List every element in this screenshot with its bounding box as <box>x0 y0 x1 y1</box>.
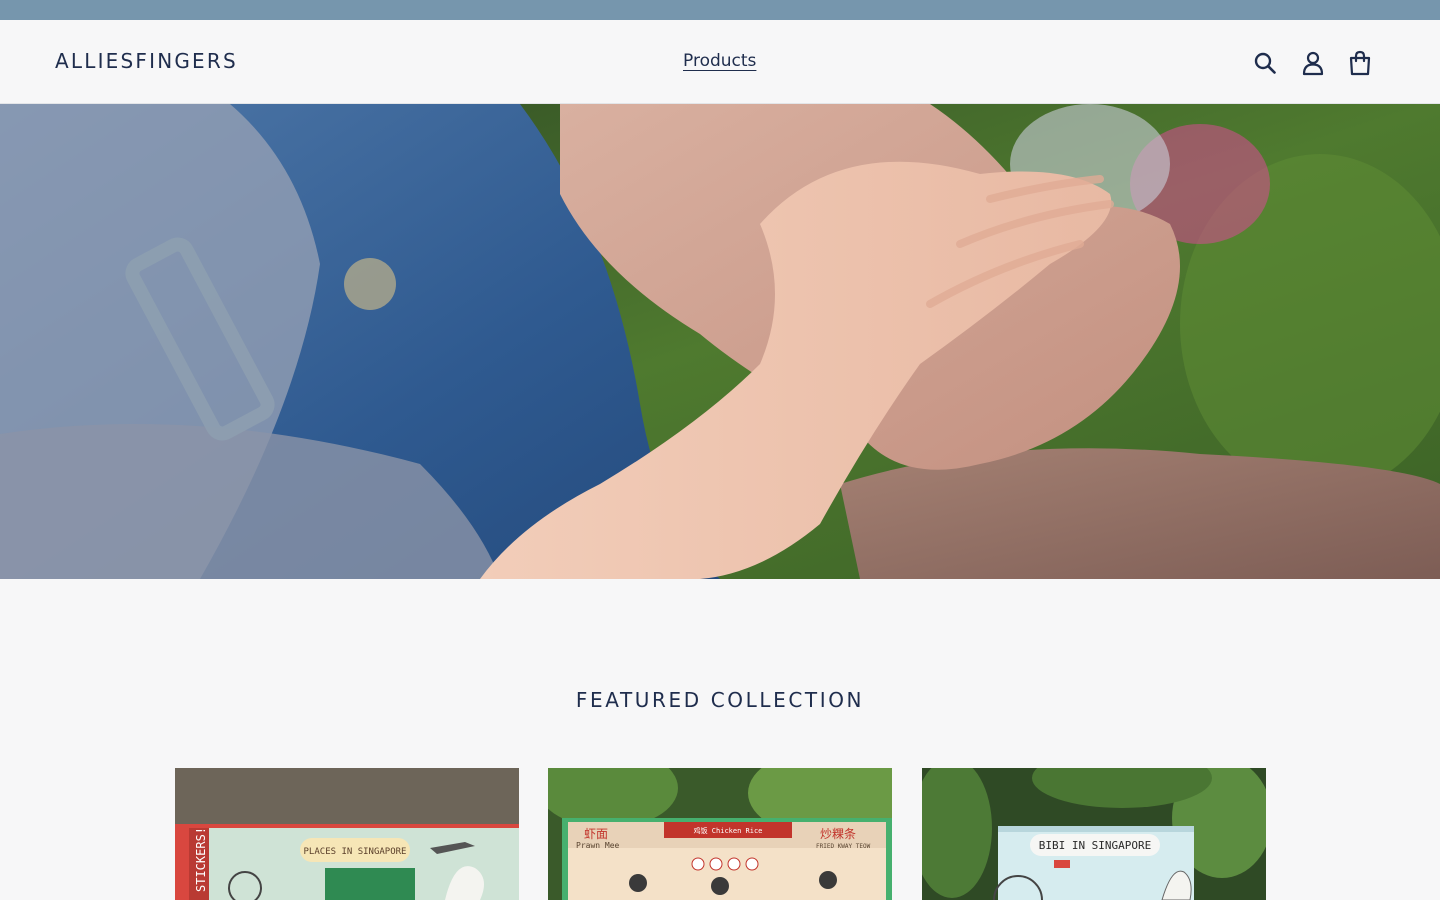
product-card-1[interactable]: STICKERS! PLACES IN SINGAPORE <box>175 768 519 900</box>
announcement-bar <box>0 0 1440 20</box>
product-card-3[interactable]: BIBI IN SINGAPORE <box>922 768 1266 900</box>
product-2-label-1: 虾面 <box>584 827 608 841</box>
product-image-3: BIBI IN SINGAPORE <box>922 768 1266 900</box>
product-3-title: BIBI IN SINGAPORE <box>1039 839 1152 852</box>
search-icon[interactable] <box>1252 50 1278 76</box>
product-image-2: 虾面 Prawn Mee 鸡饭 Chicken Rice 炒粿条 FRIED K… <box>548 768 892 900</box>
nav-link-products[interactable]: Products <box>683 51 756 71</box>
store-logo[interactable]: ALLIESFINGERS <box>55 49 238 73</box>
product-card-2[interactable]: 虾面 Prawn Mee 鸡饭 Chicken Rice 炒粿条 FRIED K… <box>548 768 892 900</box>
product-2-label-3: 鸡饭 Chicken Rice <box>694 826 763 835</box>
account-icon[interactable] <box>1300 50 1326 76</box>
product-1-banner: PLACES IN SINGAPORE <box>304 847 407 857</box>
product-image-1: STICKERS! PLACES IN SINGAPORE <box>175 768 519 900</box>
product-2-label-4: 炒粿条 <box>820 827 856 841</box>
cart-icon[interactable] <box>1347 50 1373 76</box>
product-1-side-text: STICKERS! <box>194 827 208 892</box>
hero-image-hands <box>0 104 1440 579</box>
site-header: ALLIESFINGERS Products <box>0 20 1440 104</box>
featured-collection-title: FEATURED COLLECTION <box>575 688 865 712</box>
product-2-label-5: FRIED KWAY TEOW <box>816 843 871 850</box>
product-2-label-2: Prawn Mee <box>576 841 620 850</box>
